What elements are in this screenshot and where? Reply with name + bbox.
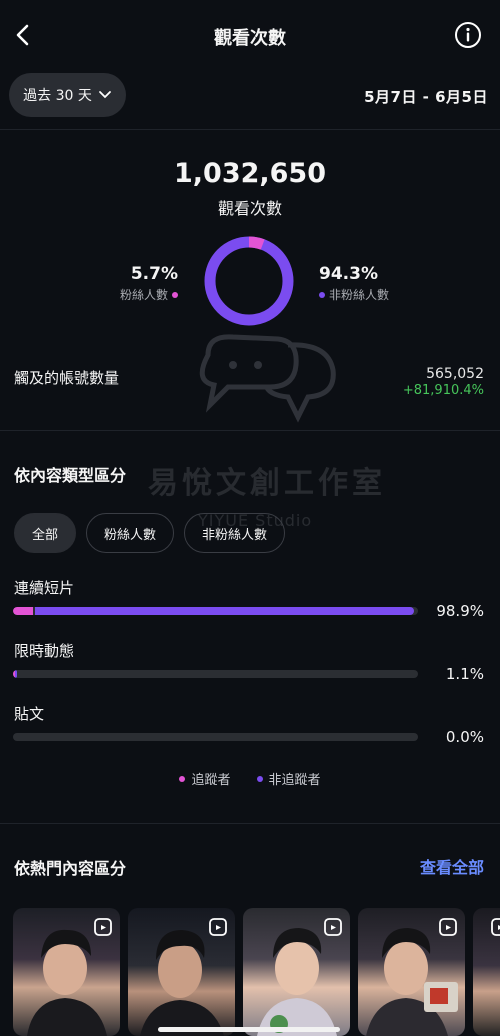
followers-label: 粉絲人數 [119,288,168,302]
followers-donut-chart [204,236,294,326]
nonfollowers-label: 非粉絲人數 [329,288,390,302]
reels-icon [209,918,227,936]
divider [0,129,500,130]
total-views: 1,032,650 [173,158,327,189]
top-content-carousel [13,908,500,1036]
date-range-text: 5月7日 - 6月5日 [364,88,488,106]
top-content-title: 依熱門內容區分 [14,859,127,878]
content-thumbnail[interactable] [243,908,350,1036]
chip-nonfollowers[interactable]: 非粉絲人數 [184,513,286,553]
accounts-reached-label: 觸及的帳號數量 [14,369,120,387]
nonfollowers-legend-dot-icon [256,775,263,782]
reels-icon [94,918,112,936]
reels-icon [439,918,457,936]
content-thumbnail[interactable] [128,908,235,1036]
bar-legend: 追蹤者 非追蹤者 [0,769,500,788]
stories-nonfollowers-segment [15,670,17,678]
followers-percent: 5.7% [130,264,178,284]
legend-nonfollowers: 非追蹤者 [268,773,321,788]
nonfollowers-stat: 94.3% 非粉絲人數 [319,264,389,303]
page-title: 觀看次數 [214,28,286,49]
home-indicator[interactable] [158,1027,340,1032]
chip-followers[interactable]: 粉絲人數 [86,513,175,553]
chevron-down-icon [98,91,111,99]
divider [0,823,500,824]
nonfollowers-dot-icon [319,291,325,298]
audience-filter-chips: 全部 粉絲人數 非粉絲人數 [14,513,286,553]
reels-nonfollowers-segment [35,607,414,615]
posts-label: 貼文 [14,705,45,723]
reels-percent: 98.9% [436,602,484,620]
reels-followers-segment [13,607,33,615]
accounts-reached-growth: +81,910.4% [402,383,484,398]
content-thumbnail[interactable] [473,908,500,1036]
followers-stat: 5.7% 粉絲人數 [120,264,178,303]
nonfollowers-percent: 94.3% [319,264,378,284]
top-bar: 觀看次數 [0,0,500,70]
followers-dot-icon [172,291,178,298]
stories-label: 限時動態 [14,642,75,660]
content-thumbnail[interactable] [13,908,120,1036]
divider [0,430,500,431]
watermark-text: 易悅文創工作室 [148,466,386,501]
chip-all[interactable]: 全部 [14,513,77,553]
legend-followers: 追蹤者 [191,773,231,788]
posts-percent: 0.0% [445,728,484,746]
accounts-reached-value: 565,052 [426,366,484,382]
reels-icon [324,918,342,936]
info-icon[interactable] [454,21,482,49]
date-range-label: 過去 30 天 [23,88,92,104]
see-all-link[interactable]: 查看全部 [420,854,484,878]
reels-label: 連續短片 [14,579,75,597]
date-range-dropdown[interactable]: 過去 30 天 [9,73,126,117]
donut-nonfollowers-arc [204,236,294,326]
followers-legend-dot-icon [179,775,186,782]
watermark-logo [199,334,336,423]
stories-bar [13,670,418,678]
total-views-label: 觀看次數 [217,199,282,218]
reels-bar [13,607,418,615]
content-thumbnail[interactable] [358,908,465,1036]
reels-icon [491,918,500,936]
stories-percent: 1.1% [445,665,484,683]
content-type-title: 依內容類型區分 [14,466,127,485]
posts-bar [13,733,418,741]
